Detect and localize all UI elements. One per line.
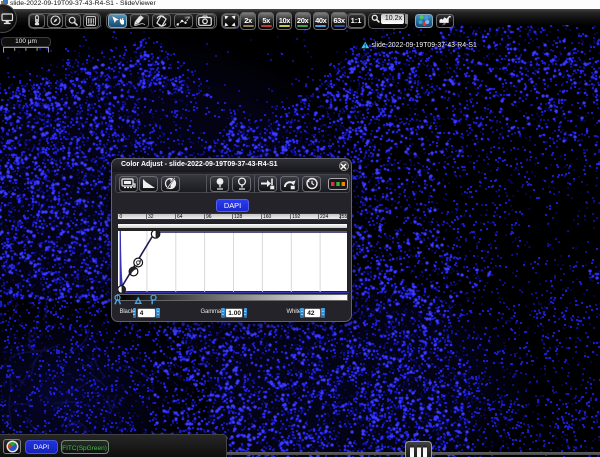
svg-text:um: um [185,15,190,20]
